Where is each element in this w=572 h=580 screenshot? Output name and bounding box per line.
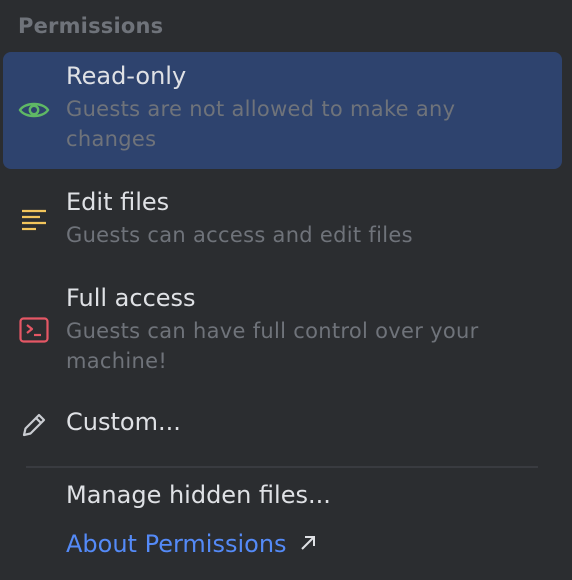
option-read-only[interactable]: Read-only Guests are not allowed to make… [3,52,562,169]
option-description: Guests can have full control over your m… [66,319,479,373]
permissions-popup: Permissions Read-only Guests are not all… [0,0,572,580]
pencil-icon [18,409,50,441]
external-arrow-icon [299,530,317,558]
option-full-access[interactable]: Full access Guests can have full control… [3,274,562,384]
custom-label: Custom... [66,408,181,436]
section-header-permissions: Permissions [18,14,164,38]
option-title: Read-only [66,62,187,90]
eye-icon [18,94,50,126]
manage-hidden-files-item[interactable]: Manage hidden files... [66,481,331,509]
option-title: Full access [66,284,196,312]
lines-icon [18,204,50,236]
option-edit-files[interactable]: Edit files Guests can access and edit fi… [3,178,562,262]
option-title: Edit files [66,188,170,216]
terminal-icon [18,314,50,346]
option-description: Guests can access and edit files [66,223,413,247]
menu-divider [26,466,538,468]
option-description: Guests are not allowed to make any chang… [66,97,456,151]
about-permissions-label: About Permissions [66,530,287,558]
about-permissions-link[interactable]: About Permissions [66,530,317,558]
option-custom[interactable]: Custom... [3,400,562,450]
